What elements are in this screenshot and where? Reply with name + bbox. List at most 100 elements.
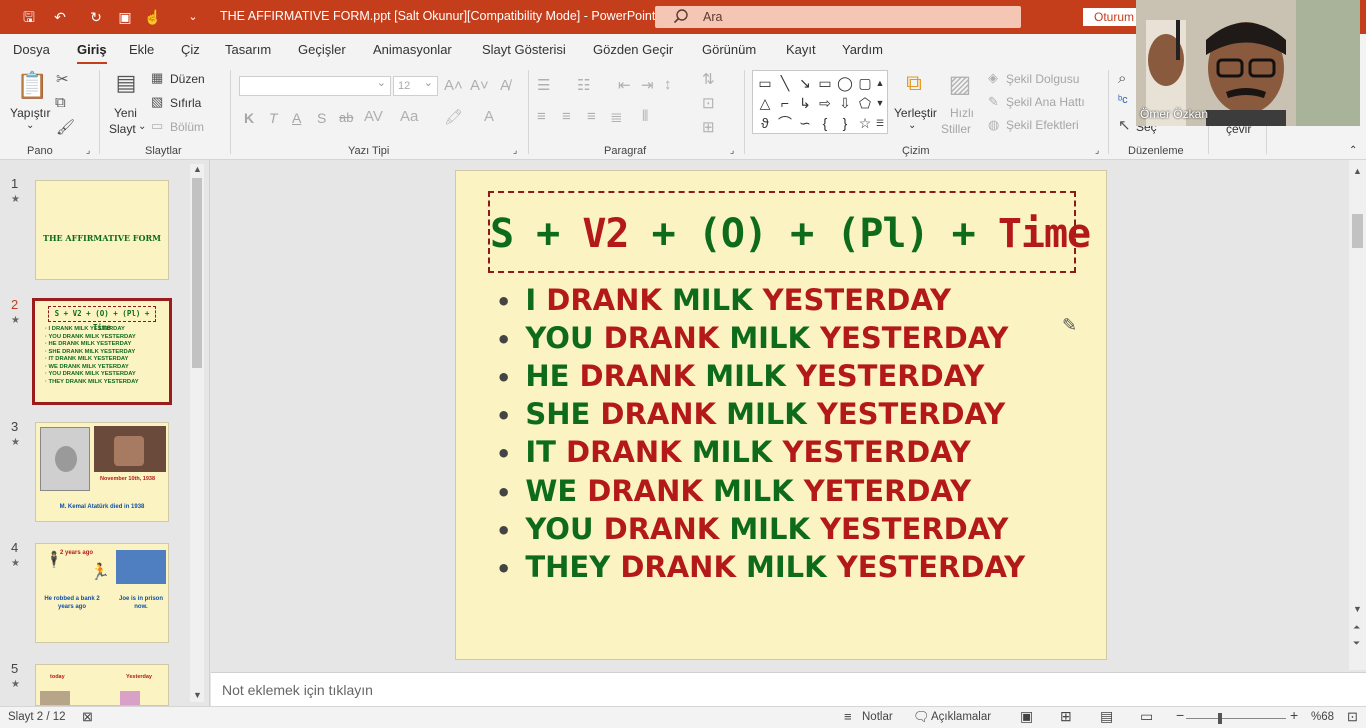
- tab-yardim[interactable]: Yardım: [842, 42, 883, 57]
- change-case-icon[interactable]: Aa: [400, 108, 418, 125]
- signin-button[interactable]: Oturum: [1083, 8, 1143, 26]
- align-right-icon[interactable]: ≡: [587, 108, 596, 125]
- elbow-connector-icon[interactable]: ⌐: [775, 93, 795, 113]
- editor-scrollbar[interactable]: ▲ ▼ ⏶ ⏷: [1349, 160, 1366, 670]
- grow-font-icon[interactable]: A˄: [444, 77, 463, 94]
- italic-button[interactable]: T: [269, 110, 278, 126]
- copy-icon[interactable]: ⧉: [55, 94, 66, 111]
- zoom-slider-thumb[interactable]: [1218, 713, 1222, 724]
- cut-icon[interactable]: ✂: [56, 70, 69, 88]
- line-shape-icon[interactable]: ╲: [775, 73, 795, 93]
- scribble-shape-icon[interactable]: ∽: [795, 113, 815, 133]
- customize-qat-icon[interactable]: ⌄: [183, 7, 203, 27]
- scroll-up-icon[interactable]: ▲: [1353, 166, 1362, 176]
- slide-editor[interactable]: S + V2 + (O) + (Pl) + Time • I DRANK MILK…: [211, 160, 1347, 670]
- justify-icon[interactable]: ≣: [610, 108, 623, 126]
- redo-icon[interactable]: ↻: [86, 7, 106, 27]
- bullet-item[interactable]: • IT DRANK MILK YESTERDAY: [496, 435, 971, 469]
- textbox-shape-icon[interactable]: ▭: [755, 73, 775, 93]
- align-left-icon[interactable]: ≡: [537, 108, 546, 125]
- slide-thumbnail-1[interactable]: THE AFFIRMATIVE FORM: [35, 180, 169, 280]
- shape-outline-button[interactable]: Şekil Ana Hattı: [1006, 95, 1085, 109]
- arrange-dropdown-icon[interactable]: ⌄: [908, 120, 916, 131]
- tab-kayit[interactable]: Kayıt: [786, 42, 816, 57]
- oval-shape-icon[interactable]: ◯: [835, 73, 855, 93]
- notes-button[interactable]: Notlar: [862, 711, 893, 723]
- accessibility-icon[interactable]: ⊠: [82, 709, 93, 725]
- undo-icon[interactable]: ↶: [50, 7, 70, 27]
- search-box[interactable]: Ara: [655, 6, 1021, 28]
- bullet-item[interactable]: • SHE DRANK MILK YESTERDAY: [496, 397, 1005, 431]
- tab-gecisler[interactable]: Geçişler: [298, 42, 346, 57]
- touch-mode-icon[interactable]: ☝: [143, 7, 163, 27]
- quick-styles-label[interactable]: Hızlı: [950, 106, 974, 120]
- down-arrow-shape-icon[interactable]: ⇩: [835, 93, 855, 113]
- decrease-indent-icon[interactable]: ⇤: [618, 76, 631, 94]
- shapes-gallery[interactable]: ▭ ╲ ↘ ▭ ◯ ▢ △ ⌐ ↳ ⇨ ⇩ ⬠ ϑ ⌒ ∽ { } ☆ ▲ ▼ …: [752, 70, 888, 134]
- curve-shape-icon[interactable]: ⌒: [775, 113, 795, 133]
- quick-styles-icon[interactable]: ▨: [945, 70, 975, 100]
- tab-dosya[interactable]: Dosya: [13, 42, 50, 57]
- next-slide-icon[interactable]: ⏷: [1353, 638, 1360, 649]
- bullet-item[interactable]: • I DRANK MILK YESTERDAY: [496, 283, 951, 317]
- font-name-dropdown[interactable]: [239, 76, 391, 96]
- previous-slide-icon[interactable]: ⏶: [1353, 622, 1360, 633]
- replace-icon[interactable]: ᵇc: [1118, 94, 1128, 106]
- pentagon-shape-icon[interactable]: ⬠: [855, 93, 875, 113]
- paste-dropdown-icon[interactable]: ⌄: [26, 120, 34, 131]
- select-icon[interactable]: ↖: [1118, 116, 1131, 134]
- shrink-font-icon[interactable]: A˅: [470, 77, 489, 94]
- bullet-item[interactable]: • HE DRANK MILK YESTERDAY: [496, 359, 984, 393]
- fit-slide-icon[interactable]: ⊡: [1347, 709, 1358, 725]
- zoom-slider[interactable]: [1186, 718, 1286, 719]
- tab-gozden-gecir[interactable]: Gözden Geçir: [593, 42, 673, 57]
- arrow-line-shape-icon[interactable]: ↘: [795, 73, 815, 93]
- rounded-rect-shape-icon[interactable]: ▢: [855, 73, 875, 93]
- gallery-more-icon[interactable]: ☰: [873, 113, 887, 133]
- bullet-item[interactable]: • YOU DRANK MILK YESTERDAY: [496, 321, 1008, 355]
- underline-button[interactable]: A: [292, 110, 301, 126]
- tab-ciz[interactable]: Çiz: [181, 42, 200, 57]
- triangle-shape-icon[interactable]: △: [755, 93, 775, 113]
- elbow-arrow-icon[interactable]: ↳: [795, 93, 815, 113]
- slide-thumbnail-2[interactable]: S + V2 + (O) + (Pl) + Time · I DRANK MIL…: [32, 298, 172, 405]
- quick-styles-label-2[interactable]: Stiller: [941, 122, 971, 136]
- tab-ekle[interactable]: Ekle: [129, 42, 154, 57]
- columns-icon[interactable]: ⫴: [642, 108, 648, 125]
- layout-button[interactable]: Düzen: [170, 72, 205, 86]
- right-brace-shape-icon[interactable]: }: [835, 113, 855, 133]
- gallery-down-icon[interactable]: ▼: [873, 93, 887, 113]
- pano-launcher-icon[interactable]: ⌟: [86, 145, 90, 156]
- slide-thumbnail-3[interactable]: November 10th, 1938 M. Kemal Atatürk die…: [35, 422, 169, 522]
- current-slide[interactable]: S + V2 + (O) + (Pl) + Time • I DRANK MILK…: [455, 170, 1107, 660]
- bullet-item[interactable]: • YOU DRANK MILK YESTERDAY: [496, 512, 1008, 546]
- scroll-down-icon[interactable]: ▼: [1353, 604, 1362, 614]
- drawing-launcher-icon[interactable]: ⌟: [1095, 145, 1099, 156]
- new-slide-dropdown-icon[interactable]: ⌄: [138, 121, 146, 132]
- tab-gorunum[interactable]: Görünüm: [702, 42, 756, 57]
- reset-button[interactable]: Sıfırla: [170, 96, 201, 110]
- formula-title-box[interactable]: S + V2 + (O) + (Pl) + Time: [488, 191, 1091, 273]
- bold-button[interactable]: K: [244, 110, 254, 126]
- slide-thumbnail-5[interactable]: today Yesterday: [35, 664, 169, 706]
- bullets-icon[interactable]: ☰: [537, 76, 550, 94]
- new-slide-label[interactable]: Yeni: [114, 106, 137, 120]
- align-center-icon[interactable]: ≡: [562, 108, 571, 125]
- slide-thumbnails-panel[interactable]: 1 ★ THE AFFIRMATIVE FORM 2 ★ S + V2 + (O…: [0, 160, 210, 706]
- comments-button[interactable]: Açıklamalar: [931, 711, 991, 723]
- font-size-dropdown[interactable]: 12: [393, 76, 438, 96]
- tab-slayt-gosterisi[interactable]: Slayt Gösterisi: [482, 42, 566, 57]
- section-button[interactable]: Bölüm: [170, 120, 204, 134]
- slide-sorter-icon[interactable]: ⊞: [1060, 708, 1072, 725]
- rectangle-shape-icon[interactable]: ▭: [815, 73, 835, 93]
- increase-indent-icon[interactable]: ⇥: [641, 76, 654, 94]
- tab-tasarim[interactable]: Tasarım: [225, 42, 271, 57]
- tab-animasyonlar[interactable]: Animasyonlar: [373, 42, 452, 57]
- star-shape-icon[interactable]: ☆: [855, 113, 875, 133]
- collapse-ribbon-icon[interactable]: ⌃: [1349, 145, 1357, 156]
- tab-giris[interactable]: Giriş: [77, 42, 107, 65]
- zoom-out-icon[interactable]: −: [1176, 707, 1184, 723]
- zoom-in-icon[interactable]: +: [1290, 707, 1298, 723]
- right-arrow-shape-icon[interactable]: ⇨: [815, 93, 835, 113]
- bullet-item[interactable]: • WE DRANK MILK YETERDAY: [496, 474, 971, 508]
